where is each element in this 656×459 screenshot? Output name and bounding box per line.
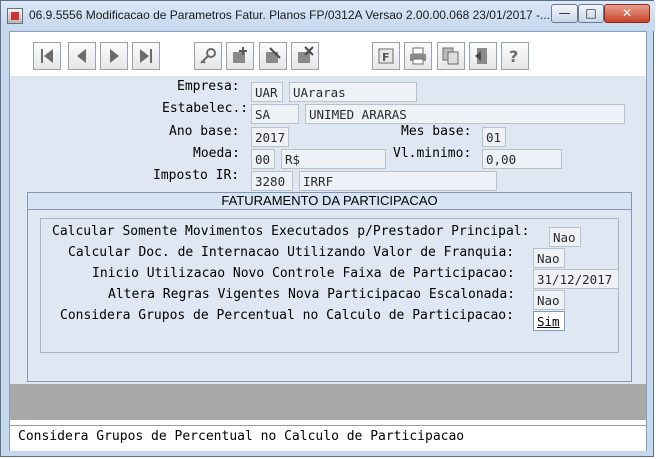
altera-regras-field[interactable]: Nao [533,290,565,310]
key-icon [200,48,216,64]
add-icon [233,47,247,63]
app-window: 06.9.5556 Modificacao de Parametros Fatu… [0,0,655,457]
calc-franquia-field[interactable]: Nao [533,248,565,268]
last-record-icon [140,49,152,63]
empresa-name-field[interactable]: UAraras [289,82,417,102]
add-button[interactable] [226,42,254,70]
faturamento-section: FATURAMENTO DA PARTICIPACAO Calcular Som… [27,192,632,382]
vl-minimo-field[interactable]: 0,00 [482,149,562,169]
filter-icon: F [378,48,394,64]
svg-text:?: ? [509,47,518,66]
estabelec-name-field[interactable]: UNIMED ARARAS [305,104,625,124]
mes-base-field[interactable]: 01 [482,127,506,147]
moeda-name-field[interactable]: R$ [281,149,386,169]
considera-grupos-label: Considera Grupos de Percentual no Calcul… [60,308,514,323]
edit-icon [266,47,281,63]
search-button[interactable] [194,42,222,70]
exit-door-icon [475,48,487,64]
next-icon [110,49,119,63]
empresa-label: Empresa: [177,79,240,94]
imposto-ir-name-field[interactable]: IRRF [299,171,497,191]
estabelec-code-field[interactable]: SA [251,104,299,124]
svg-text:F: F [382,51,390,64]
exit-button[interactable] [469,42,497,70]
help-button[interactable]: ? [501,42,529,70]
imposto-ir-code-field[interactable]: 3280 [251,171,293,191]
copy-button[interactable] [437,42,465,70]
empresa-code-field[interactable]: UAR [251,82,283,102]
ano-base-label: Ano base: [169,124,240,139]
close-button[interactable]: ✕ [604,4,650,23]
previous-icon [77,49,86,63]
filter-button[interactable]: F [372,42,400,70]
first-record-button[interactable] [33,42,61,70]
last-record-button[interactable] [132,42,160,70]
status-bar: Considera Grupos de Percentual no Calcul… [10,425,646,451]
window-title: 06.9.5556 Modificacao de Parametros Fatu… [29,8,551,22]
calc-franquia-label: Calcular Doc. de Internacao Utilizando V… [68,245,515,260]
printer-icon [410,47,426,65]
edit-button[interactable] [259,42,287,70]
moeda-code-field[interactable]: 00 [251,149,275,169]
delete-button[interactable] [291,42,319,70]
inicio-controle-field[interactable]: 31/12/2017 [533,269,619,289]
maximize-button[interactable]: □ [578,4,604,23]
mes-base-label: Mes base: [401,124,472,139]
next-record-button[interactable] [100,42,128,70]
minimize-button[interactable]: — [551,4,578,23]
inicio-controle-label: Inicio Utilizacao Novo Controle Faixa de… [92,266,515,281]
toolbar: F ? [10,32,646,76]
calc-movimentos-field[interactable]: Nao [549,227,581,247]
delete-icon [298,46,314,63]
form-area: Empresa: UAR UAraras Estabelec.: SA UNIM… [10,76,646,384]
vl-minimo-label: Vl.minimo: [393,146,472,161]
client-area: F ? Empresa: UAR UAraras Estabelec.: SA … [9,31,647,451]
print-button[interactable] [404,42,432,70]
copy-icon [442,47,459,65]
title-bar[interactable]: 06.9.5556 Modificacao de Parametros Fatu… [1,1,655,31]
button-area [10,384,646,420]
first-record-icon [41,49,53,63]
previous-record-button[interactable] [68,42,96,70]
estabelec-label: Estabelec.: [162,101,249,116]
help-icon: ? [509,47,518,66]
moeda-label: Moeda: [193,146,240,161]
imposto-ir-label: Imposto IR: [153,168,240,183]
considera-grupos-field[interactable]: Sim [533,311,565,331]
altera-regras-label: Altera Regras Vigentes Nova Participacao… [108,287,515,302]
calc-movimentos-label: Calcular Somente Movimentos Executados p… [52,224,530,239]
ano-base-field[interactable]: 2017 [251,127,289,147]
section-title: FATURAMENTO DA PARTICIPACAO [28,193,631,210]
app-icon [7,8,23,24]
